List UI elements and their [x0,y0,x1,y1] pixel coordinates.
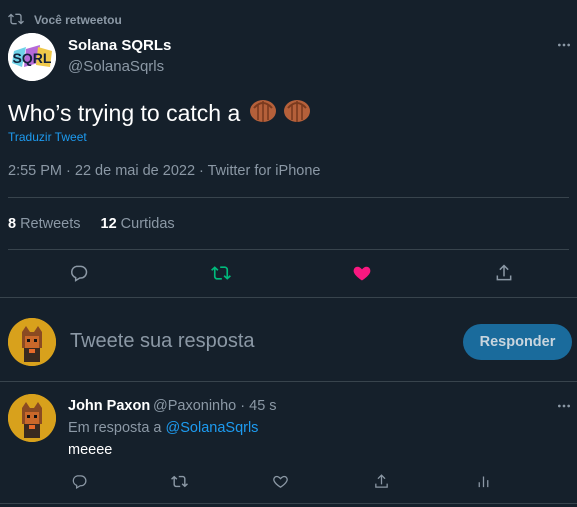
user-avatar[interactable] [8,318,56,366]
retweet-icon [8,11,24,30]
squirrel-avatar-icon [8,394,56,442]
tweet-timestamp[interactable]: 2:55 PM · 22 de mai de 2022 · Twitter fo… [8,163,320,179]
comment-reply-button[interactable] [66,468,92,494]
comment-analytics-button[interactable] [470,468,496,494]
comment-share-button[interactable] [368,468,394,494]
retweet-button[interactable] [204,256,238,290]
retweet-icon [170,475,188,487]
likes-count: 12 [100,216,117,232]
retweets-count: 8 [8,216,17,232]
share-icon [496,264,512,281]
divider [0,503,577,504]
divider [8,197,569,198]
retweet-context-label: Você retweetou [34,13,122,27]
reply-to-prefix: Em resposta a [68,420,162,436]
squirrel-avatar-icon [8,318,56,366]
retweets-stat[interactable]: 8 Retweets [8,216,81,232]
likes-label: Curtidas [120,216,175,232]
acorn-icon [248,96,278,130]
divider [0,297,577,298]
author-name[interactable]: Solana SQRLs [68,37,171,54]
like-button[interactable] [345,256,379,290]
tweet-stats: 8 Retweets 12 Curtidas [8,216,175,232]
divider [8,249,569,250]
sqrl-logo-icon: SQRL [8,33,56,81]
commenter-name[interactable]: John Paxon [68,398,150,414]
retweets-label: Retweets [20,216,81,232]
comment-reply-to: Em resposta a @SolanaSqrls [68,420,258,436]
reply-to-mention[interactable]: @SolanaSqrls [166,420,259,436]
commenter-avatar[interactable] [8,394,56,442]
comment-text: meeee [68,442,113,458]
share-button[interactable] [487,256,521,290]
reply-icon [71,265,88,282]
retweet-context: Você retweetou [8,11,122,29]
reply-button[interactable] [62,256,96,290]
acorn-icon [282,96,312,130]
more-options-button[interactable] [554,35,574,55]
likes-stat[interactable]: 12 Curtidas [101,216,175,232]
tweet-text: Who’s trying to catch a [8,96,312,130]
avatar-logo-text: SQRL [13,50,52,66]
author-handle[interactable]: @SolanaSqrls [68,58,164,75]
analytics-icon [478,476,488,487]
comment-retweet-button[interactable] [166,468,192,494]
more-icon [558,43,570,47]
tweet-text-content: Who’s trying to catch a [8,99,241,126]
comment-like-button[interactable] [267,468,293,494]
retweet-icon [211,266,231,280]
comment-more-options-button[interactable] [554,396,574,416]
submit-reply-button[interactable]: Responder [463,324,572,360]
heart-outline-icon [272,475,288,488]
more-icon [558,404,570,408]
reply-icon [72,474,86,489]
divider [0,381,577,382]
author-avatar[interactable]: SQRL [8,33,56,81]
heart-icon [353,266,371,281]
commenter-meta[interactable]: @Paxoninho · 45 s [153,398,277,414]
reply-input[interactable]: Tweete sua resposta [70,330,255,353]
share-icon [374,473,388,488]
translate-tweet-link[interactable]: Traduzir Tweet [8,130,87,144]
